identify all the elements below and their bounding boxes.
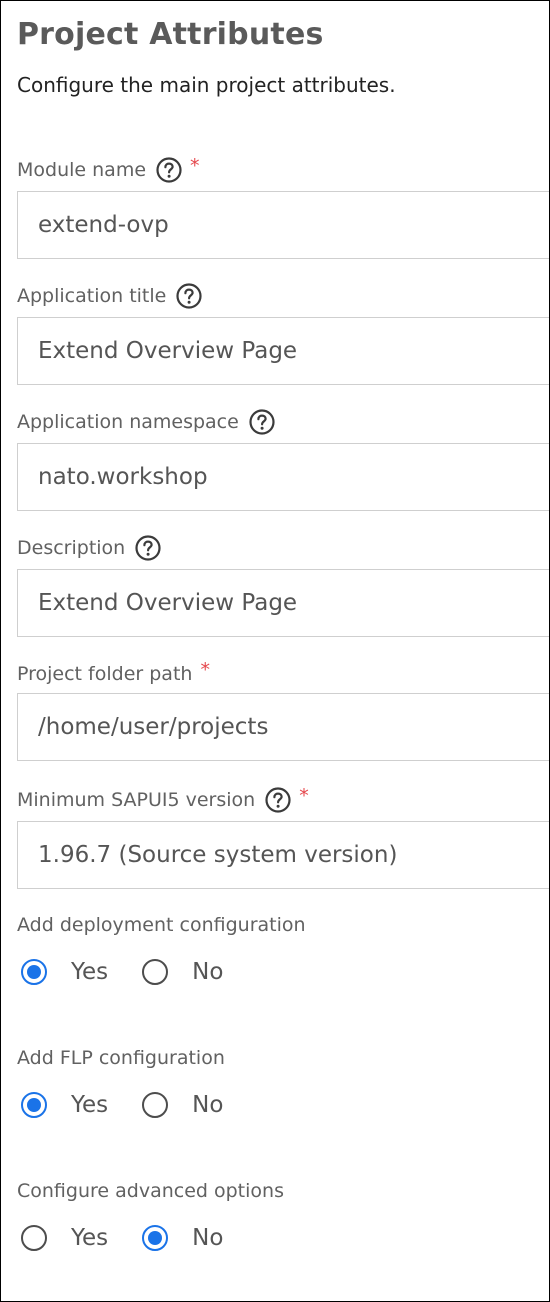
deployment-yes-label: Yes [71,959,109,985]
project-folder-path-label-text: Project folder path [17,663,193,685]
deployment-yes-option[interactable]: Yes [21,959,108,985]
deployment-no-option[interactable]: No [142,959,223,985]
description-label-text: Description [17,537,126,559]
application-title-label-text: Application title [17,285,167,307]
advanced-yes-option[interactable]: Yes [21,1225,108,1251]
min-sapui5-version-label-text: Minimum SAPUI5 version [17,789,256,811]
advanced-no-option[interactable]: No [142,1225,223,1251]
radio-checked-icon[interactable] [21,959,47,985]
application-title-label: Application title [17,281,202,311]
help-icon[interactable] [156,157,182,183]
required-indicator: * [299,785,309,807]
page-subtitle: Configure the main project attributes. [17,73,396,97]
application-namespace-input[interactable]: nato.workshop [17,443,549,511]
required-indicator: * [190,155,200,177]
advanced-options-label: Configure advanced options [17,1180,284,1202]
radio-unchecked-icon[interactable] [21,1225,47,1251]
description-input[interactable]: Extend Overview Page [17,569,549,637]
flp-yes-option[interactable]: Yes [21,1092,108,1118]
project-folder-path-label: Project folder path * [17,659,210,689]
flp-config-label: Add FLP configuration [17,1047,225,1069]
radio-checked-icon[interactable] [21,1092,47,1118]
help-icon[interactable] [265,787,291,813]
flp-config-radio-group: Yes No [21,1087,223,1123]
description-label: Description [17,533,161,563]
application-namespace-label: Application namespace [17,407,275,437]
help-icon[interactable] [249,409,275,435]
deployment-config-label: Add deployment configuration [17,914,306,936]
radio-checked-icon[interactable] [142,1225,169,1251]
required-indicator: * [200,659,210,681]
application-title-input[interactable]: Extend Overview Page [17,317,549,385]
project-folder-path-input[interactable]: /home/user/projects [17,693,549,761]
flp-no-option[interactable]: No [142,1092,223,1118]
help-icon[interactable] [176,283,202,309]
module-name-input[interactable]: extend-ovp [17,191,549,259]
advanced-no-label: No [192,1225,224,1251]
application-namespace-label-text: Application namespace [17,411,239,433]
help-icon[interactable] [135,535,161,561]
flp-yes-label: Yes [71,1092,109,1118]
module-name-label-text: Module name [17,159,147,181]
module-name-label: Module name * [17,155,200,185]
deployment-no-label: No [192,959,224,985]
radio-unchecked-icon[interactable] [142,959,169,985]
deployment-config-radio-group: Yes No [21,954,223,990]
page-title: Project Attributes [17,17,324,52]
advanced-yes-label: Yes [71,1225,109,1251]
flp-no-label: No [192,1092,224,1118]
min-sapui5-version-label: Minimum SAPUI5 version * [17,785,309,815]
min-sapui5-version-select[interactable]: 1.96.7 (Source system version) [17,821,549,889]
radio-unchecked-icon[interactable] [142,1092,169,1118]
advanced-options-radio-group: Yes No [21,1220,223,1256]
project-attributes-panel: Project Attributes Configure the main pr… [0,0,550,1302]
